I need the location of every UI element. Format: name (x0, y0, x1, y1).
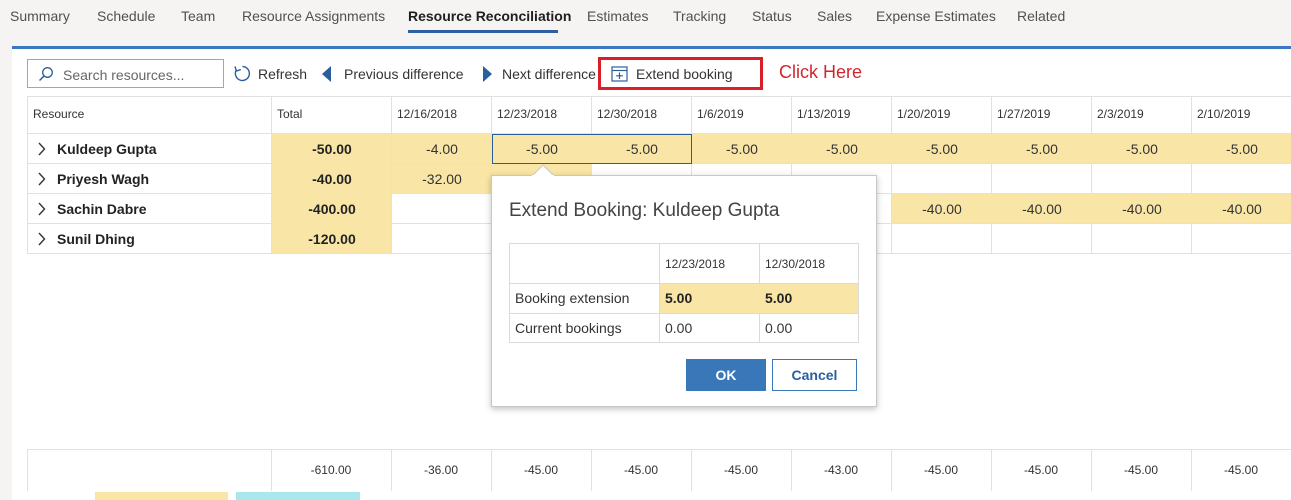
ok-button[interactable]: OK (686, 359, 766, 391)
current-bookings-label: Current bookings (515, 320, 622, 336)
click-here-annotation: Click Here (779, 62, 863, 82)
tab-expense-estimates[interactable]: Expense Estimates (876, 8, 996, 24)
date-column-header: 1/6/2019 (697, 107, 744, 121)
tab-estimates[interactable]: Estimates (587, 8, 648, 24)
total-cell[interactable]: -120.00 (272, 231, 392, 247)
previous-difference-button[interactable]: Previous difference (344, 66, 464, 82)
dialog-date-header: 12/30/2018 (765, 257, 826, 271)
resource-name[interactable]: Sunil Dhing (57, 231, 135, 247)
tab-bar: Summary Schedule Team Resource Assignmen… (0, 0, 1291, 40)
grid-line (27, 96, 28, 254)
booking-extension-label: Booking extension (515, 290, 630, 306)
triangle-left-icon[interactable] (321, 66, 333, 82)
footer-total-cell: -43.00 (823, 463, 859, 477)
table-line (509, 342, 859, 343)
footer-total-cell: -610.00 (310, 463, 352, 477)
footer-total-cell: -45.00 (1123, 463, 1159, 477)
grid-line (27, 449, 1291, 450)
grid-line (891, 96, 892, 254)
value-cell[interactable]: -5.00 (1192, 141, 1291, 157)
search-input[interactable]: Search resources... (27, 59, 224, 88)
chevron-right-icon[interactable] (37, 172, 46, 186)
footer-total-cell: -45.00 (723, 463, 759, 477)
footer-total-cell: -45.00 (1223, 463, 1259, 477)
refresh-icon[interactable] (233, 64, 252, 83)
value-cell[interactable]: -32.00 (392, 171, 492, 187)
resource-column-header: Resource (33, 107, 85, 121)
total-cell[interactable]: -400.00 (272, 201, 392, 217)
footer-total-cell: -45.00 (523, 463, 559, 477)
value-cell[interactable]: -5.00 (792, 141, 892, 157)
date-column-header: 12/23/2018 (497, 107, 558, 121)
footer-total-cell: -45.00 (1023, 463, 1059, 477)
date-column-header: 2/3/2019 (1097, 107, 1144, 121)
date-column-header: 2/10/2019 (1197, 107, 1251, 121)
total-column-header: Total (277, 107, 303, 121)
date-column-header: 12/30/2018 (597, 107, 658, 121)
value-cell[interactable]: -4.00 (392, 141, 492, 157)
date-column-header: 1/20/2019 (897, 107, 951, 121)
tab-tracking[interactable]: Tracking (673, 8, 726, 24)
grid-line (1191, 96, 1192, 254)
value-cell[interactable]: -5.00 (992, 141, 1092, 157)
grid-line (27, 449, 28, 491)
date-column-header: 12/16/2018 (397, 107, 458, 121)
booking-extension-value[interactable]: 5.00 (765, 290, 792, 306)
booking-extension-value[interactable]: 5.00 (665, 290, 692, 306)
annotation-highlight-box (598, 57, 763, 90)
table-line (509, 243, 859, 244)
tab-resource-assignments[interactable]: Resource Assignments (242, 8, 385, 24)
value-cell[interactable]: -5.00 (692, 141, 792, 157)
total-cell[interactable]: -40.00 (272, 171, 392, 187)
table-line (509, 243, 510, 343)
resource-name[interactable]: Priyesh Wagh (57, 171, 149, 187)
chevron-right-icon[interactable] (37, 202, 46, 216)
value-cell[interactable]: -40.00 (1092, 201, 1192, 217)
total-cell[interactable]: -50.00 (272, 141, 392, 157)
current-bookings-value: 0.00 (765, 320, 793, 336)
value-cell[interactable]: -40.00 (892, 201, 992, 217)
footer-total-cell: -36.00 (423, 463, 459, 477)
current-bookings-value: 0.00 (665, 320, 693, 336)
dialog-pointer (532, 164, 554, 176)
chevron-right-icon[interactable] (37, 142, 46, 156)
search-placeholder: Search resources... (63, 67, 185, 83)
dialog-date-header: 12/23/2018 (665, 257, 726, 271)
cancel-button[interactable]: Cancel (772, 359, 857, 391)
next-difference-button[interactable]: Next difference (502, 66, 596, 82)
value-cell[interactable]: -40.00 (1192, 201, 1291, 217)
footer-total-cell: -45.00 (923, 463, 959, 477)
table-line (858, 243, 859, 343)
triangle-right-icon[interactable] (481, 66, 493, 82)
value-cell[interactable]: -5.00 (1092, 141, 1192, 157)
tab-status[interactable]: Status (752, 8, 792, 24)
legend-swatch-yellow (95, 492, 228, 500)
tab-sales[interactable]: Sales (817, 8, 852, 24)
value-cell[interactable]: -5.00 (892, 141, 992, 157)
grid-line (27, 96, 1291, 97)
tab-related[interactable]: Related (1017, 8, 1065, 24)
tab-schedule[interactable]: Schedule (97, 8, 155, 24)
tab-resource-reconciliation[interactable]: Resource Reconciliation (408, 8, 571, 24)
tab-summary[interactable]: Summary (10, 8, 70, 24)
resource-name[interactable]: Kuldeep Gupta (57, 141, 157, 157)
table-line (509, 313, 859, 314)
value-cell[interactable]: -40.00 (992, 201, 1092, 217)
dialog-title: Extend Booking: Kuldeep Gupta (509, 200, 780, 221)
selected-cells-outline (492, 134, 692, 164)
grid-line (1091, 96, 1092, 254)
footer-total-cell: -45.00 (623, 463, 659, 477)
legend-swatch-teal (236, 492, 360, 500)
refresh-button[interactable]: Refresh (258, 66, 307, 82)
tab-team[interactable]: Team (181, 8, 215, 24)
resource-name[interactable]: Sachin Dabre (57, 201, 146, 217)
grid-line (991, 96, 992, 254)
date-column-header: 1/27/2019 (997, 107, 1051, 121)
search-icon (38, 67, 53, 82)
grid-line (271, 449, 272, 491)
active-tab-underline (408, 30, 558, 33)
date-column-header: 1/13/2019 (797, 107, 851, 121)
chevron-right-icon[interactable] (37, 232, 46, 246)
